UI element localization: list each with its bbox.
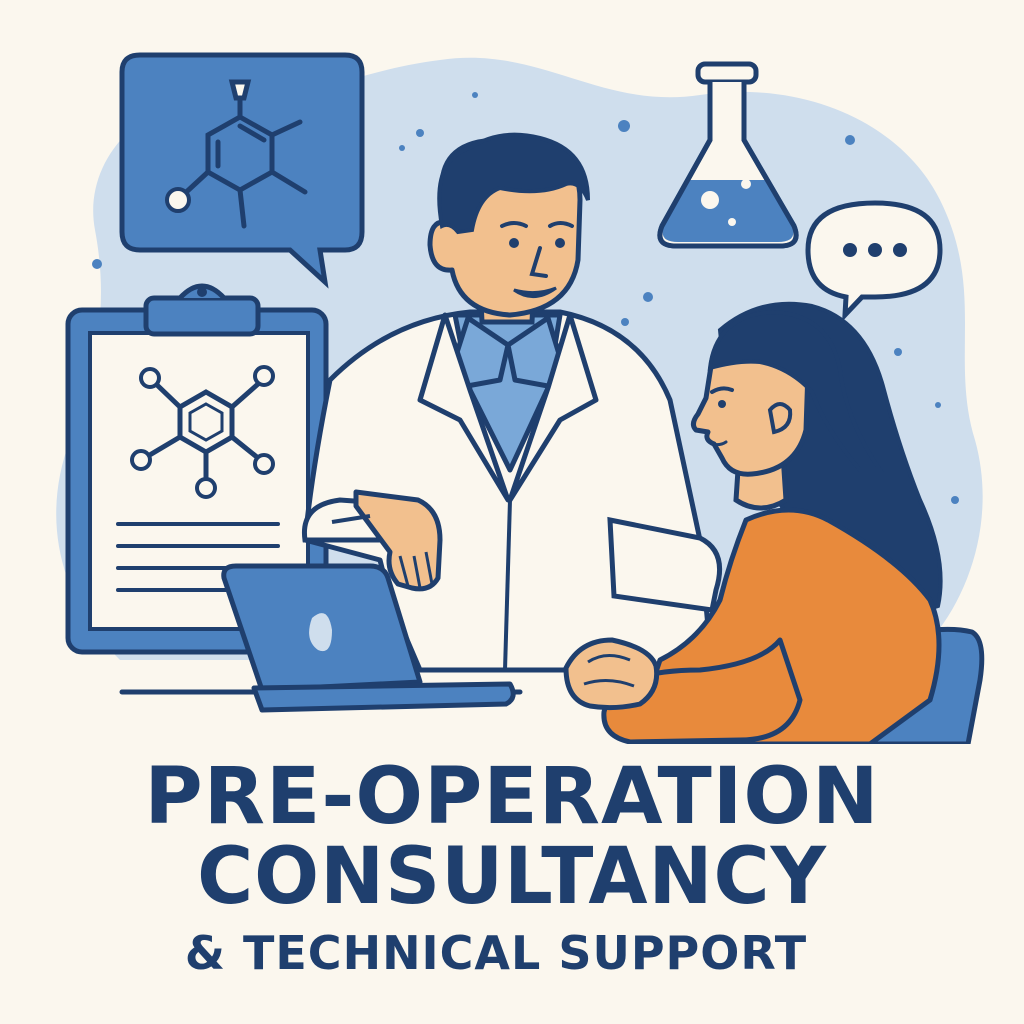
poster: PRE-OPERATION CONSULTANCY & TECHNICAL SU… [0,0,1024,1024]
chat-bubble-molecule-icon [119,52,365,289]
headline-line-1: PRE-OPERATION [144,752,880,842]
headline-line-2: CONSULTANCY [197,832,827,922]
headline-subtitle: & TECHNICAL SUPPORT [184,926,808,980]
